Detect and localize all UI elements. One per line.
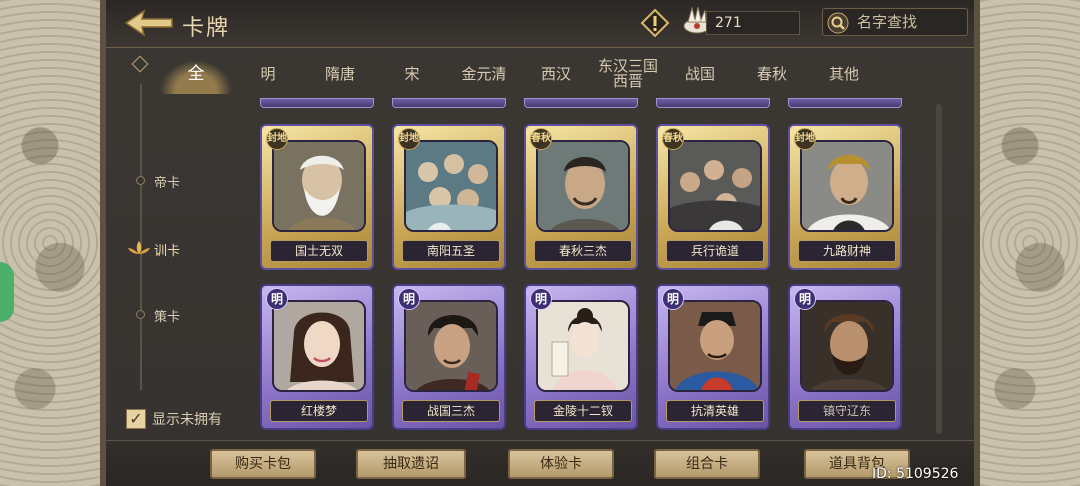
page-title: 卡牌: [182, 16, 231, 41]
armored-general-portrait: [800, 140, 894, 232]
card-honglou-meng[interactable]: 明 红楼梦: [260, 284, 374, 430]
combo-card-button[interactable]: 组合卡: [654, 449, 760, 479]
group-portrait: [404, 140, 498, 232]
card-name: 春秋三杰: [534, 240, 632, 262]
tab-donghan-sanguo-xijin[interactable]: 东汉三国西晋: [592, 54, 664, 94]
tab-chunqiu[interactable]: 春秋: [742, 54, 802, 94]
category-rail: [140, 84, 142, 390]
category-di-card[interactable]: 帝卡: [154, 172, 180, 191]
card-stub: [656, 98, 770, 108]
generals-portrait: [668, 140, 762, 232]
card-zhanguo-sanjie[interactable]: 明 战国三杰: [392, 284, 506, 430]
dynasty-badge: 明: [794, 288, 816, 310]
left-ornament-panel: [0, 0, 100, 486]
trial-card-button[interactable]: 体验卡: [508, 449, 614, 479]
elder-sage-portrait: [272, 140, 366, 232]
search-icon[interactable]: [827, 12, 849, 34]
tab-other[interactable]: 其他: [814, 54, 874, 94]
card-name: 抗清英雄: [666, 400, 764, 422]
back-arrow-icon: [124, 9, 173, 37]
card-name: 金陵十二钗: [534, 400, 632, 422]
card-stub: [524, 98, 638, 108]
dynasty-badge: 明: [662, 288, 684, 310]
tab-zhanguo[interactable]: 战国: [670, 54, 730, 94]
card-guoshi-wushuang[interactable]: 封地 国士无双: [260, 124, 374, 270]
card-nanyang-wusheng[interactable]: 封地 南阳五圣: [392, 124, 506, 270]
scholar-portrait: [536, 140, 630, 232]
card-name: 国士无双: [270, 240, 368, 262]
card-name: 镇守辽东: [798, 400, 896, 422]
card-bingxing-guidao[interactable]: 春秋 兵行诡道: [656, 124, 770, 270]
card-stub: [788, 98, 902, 108]
category-ce-card[interactable]: 策卡: [154, 306, 180, 325]
lady-portrait: [272, 300, 366, 392]
lotus-icon: [126, 240, 152, 256]
checkbox-label: 显示未拥有: [152, 412, 222, 428]
maiden-portrait: [536, 300, 630, 392]
currency-value: 271: [706, 11, 800, 35]
region-badge: 封地: [266, 128, 288, 150]
region-badge: 封地: [794, 128, 816, 150]
tab-all[interactable]: 全: [166, 54, 226, 94]
draw-edict-button[interactable]: 抽取遗诏: [356, 449, 466, 479]
card-name: 九路财神: [798, 240, 896, 262]
grid-scrollbar[interactable]: [936, 104, 942, 434]
search-box[interactable]: [822, 8, 968, 36]
category-dot: [136, 176, 145, 185]
card-stub: [392, 98, 506, 108]
category-dot: [136, 310, 145, 319]
swordsman-portrait: [404, 300, 498, 392]
tab-ming[interactable]: 明: [238, 54, 298, 94]
search-input[interactable]: [857, 9, 965, 35]
card-chunqiu-sanjie[interactable]: 春秋 春秋三杰: [524, 124, 638, 270]
tab-jinyuanqing[interactable]: 金元清: [448, 54, 520, 94]
tab-song[interactable]: 宋: [382, 54, 442, 94]
card-name: 战国三杰: [402, 400, 500, 422]
card-jinling-shierchai[interactable]: 明 金陵十二钗: [524, 284, 638, 430]
card-name: 红楼梦: [270, 400, 368, 422]
region-badge: 春秋: [662, 128, 684, 150]
card-name: 南阳五圣: [402, 240, 500, 262]
dynasty-badge: 明: [530, 288, 552, 310]
card-collection-panel: 卡牌 271 名字查找 全 明 隋唐 宋 金元清 西汉 东汉三国西晋 战国 春秋…: [100, 0, 980, 486]
player-id-label: ID: 5109526: [872, 466, 959, 482]
header-bar: 卡牌 271: [106, 0, 974, 48]
buy-card-pack-button[interactable]: 购买卡包: [210, 449, 316, 479]
alert-icon[interactable]: [640, 8, 670, 38]
card-name: 兵行诡道: [666, 240, 764, 262]
show-unowned-toggle[interactable]: ✓ 显示未拥有: [126, 408, 222, 430]
card-stub: [260, 98, 374, 108]
dynasty-badge: 明: [266, 288, 288, 310]
back-button[interactable]: [122, 8, 176, 38]
floating-side-tab[interactable]: [0, 262, 14, 322]
card-kangqing-yingxiong[interactable]: 明 抗清英雄: [656, 284, 770, 430]
right-ornament-panel: [980, 0, 1080, 486]
region-badge: 春秋: [530, 128, 552, 150]
bearded-warrior-portrait: [800, 300, 894, 392]
category-xun-card[interactable]: 训卡: [154, 240, 180, 259]
tab-suitang[interactable]: 隋唐: [306, 54, 374, 94]
official-portrait: [668, 300, 762, 392]
card-grid: 封地 国士无双 封地 南阳五圣 春秋 春秋三杰 春秋 兵行诡道 封地 九路财神 …: [254, 98, 944, 438]
card-jiulu-caishen[interactable]: 封地 九路财神: [788, 124, 902, 270]
tab-xihan[interactable]: 西汉: [526, 54, 586, 94]
bottom-action-bar: 购买卡包 抽取遗诏 体验卡 组合卡 道具背包: [106, 440, 974, 486]
region-badge: 封地: [398, 128, 420, 150]
dynasty-tabs: 全 明 隋唐 宋 金元清 西汉 东汉三国西晋 战国 春秋 其他: [146, 54, 946, 96]
checkbox[interactable]: ✓: [126, 409, 146, 429]
dynasty-badge: 明: [398, 288, 420, 310]
card-zhenshou-liaodong[interactable]: 明 镇守辽东: [788, 284, 902, 430]
